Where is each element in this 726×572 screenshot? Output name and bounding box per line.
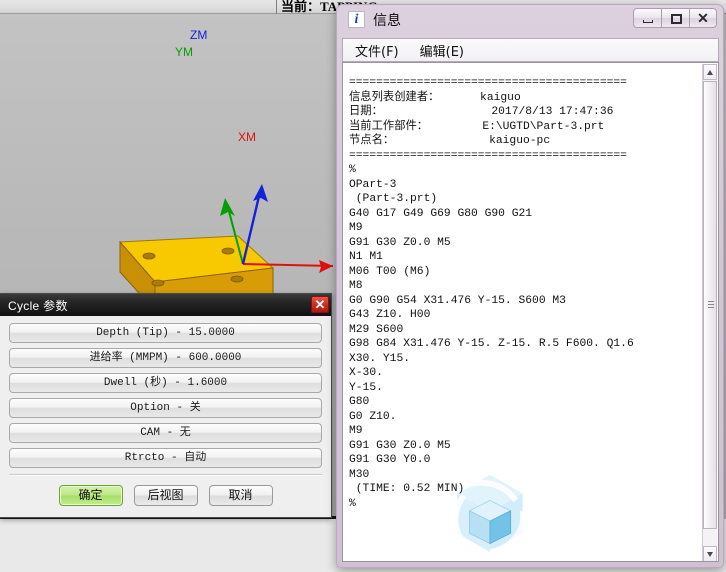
info-window-titlebar[interactable]: i 信息 ✕	[337, 5, 723, 35]
cycle-parameters-dialog[interactable]: Cycle 参数 ✕ Depth (Tip) - 15.0000 进给率 (MM…	[0, 293, 332, 518]
information-window[interactable]: i 信息 ✕ 文件(F) 编辑(E) =====================…	[336, 4, 724, 568]
maximize-button[interactable]	[661, 8, 689, 28]
toolbar-divider	[276, 0, 277, 14]
scroll-up-button[interactable]	[703, 64, 717, 80]
axis-label-xm: XM	[238, 130, 256, 144]
scroll-down-button[interactable]	[703, 546, 717, 561]
minimize-icon	[643, 20, 653, 23]
chevron-up-icon	[707, 70, 713, 75]
current-operation-prefix: 当前：	[281, 0, 321, 15]
param-button-option[interactable]: Option - 关	[9, 398, 322, 418]
info-window-title: 信息	[373, 13, 401, 29]
scrollbar-thumb[interactable]	[703, 81, 717, 529]
param-button-cam[interactable]: CAM - 无	[9, 423, 322, 443]
minimize-button[interactable]	[633, 8, 661, 28]
info-menubar: 文件(F) 编辑(E)	[342, 38, 719, 62]
back-view-button[interactable]: 后视图	[133, 485, 198, 506]
info-text-panel[interactable]: ========================================…	[342, 62, 719, 562]
axis-label-ym: YM	[175, 45, 193, 59]
window-controls: ✕	[633, 8, 717, 28]
vertical-scrollbar[interactable]	[702, 64, 717, 561]
close-button[interactable]: ✕	[689, 8, 717, 28]
ok-button[interactable]: 确定	[58, 485, 123, 506]
cycle-dialog-footer: 确定 后视图 取消	[9, 476, 322, 506]
chevron-down-icon	[707, 552, 713, 557]
param-button-rtrcto[interactable]: Rtrcto - 自动	[9, 448, 322, 468]
cycle-dialog-title: Cycle 参数	[8, 298, 68, 313]
maximize-icon	[671, 14, 682, 24]
cycle-dialog-titlebar[interactable]: Cycle 参数 ✕	[0, 294, 331, 316]
grip-icon	[708, 301, 714, 309]
menu-file[interactable]: 文件(F)	[346, 40, 408, 61]
param-button-dwell[interactable]: Dwell (秒) - 1.6000	[9, 373, 322, 393]
param-button-depth[interactable]: Depth (Tip) - 15.0000	[9, 323, 322, 343]
screen-root: XM YM ZM 当前：TAPPING X Cycle 参数 ✕ Depth (…	[0, 0, 726, 572]
close-icon: ✕	[697, 10, 709, 26]
info-icon: i	[348, 11, 365, 28]
info-text-content: ========================================…	[349, 77, 634, 510]
cycle-dialog-body: Depth (Tip) - 15.0000 进给率 (MMPM) - 600.0…	[0, 316, 331, 506]
close-icon[interactable]: ✕	[311, 296, 329, 313]
param-button-feedrate[interactable]: 进给率 (MMPM) - 600.0000	[9, 348, 322, 368]
menu-edit[interactable]: 编辑(E)	[411, 40, 473, 61]
cancel-button[interactable]: 取消	[208, 485, 273, 506]
axis-label-zm: ZM	[190, 28, 208, 42]
